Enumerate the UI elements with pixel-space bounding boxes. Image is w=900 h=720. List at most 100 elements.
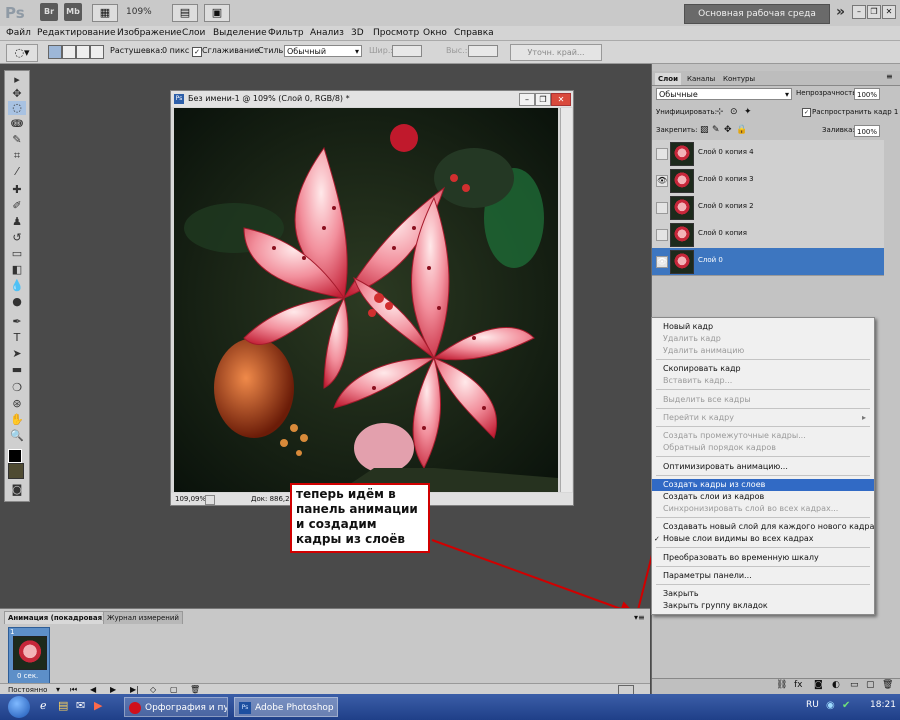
tab-layers[interactable]: Слои [655, 73, 681, 85]
tab-paths[interactable]: Контуры [720, 73, 758, 85]
unify-label: Унифицировать: [656, 108, 717, 116]
media-quicklaunch-icon[interactable]: ▶ [94, 699, 102, 712]
visibility-toggle[interactable] [656, 202, 668, 214]
menu-item-copy-frame[interactable]: Скопировать кадр [652, 363, 874, 375]
mask-icon[interactable]: ◙ [814, 680, 823, 690]
clock[interactable]: 18:21 [870, 700, 896, 710]
layer-thumbnail [670, 169, 694, 193]
lock-label: Закрепить: [656, 126, 698, 134]
frame-number: 1 [10, 628, 15, 636]
frame-delay[interactable]: 0 сек. [17, 672, 38, 680]
layer-row[interactable]: Слой 0 копия 2 [652, 194, 884, 222]
photoshop-icon: Ps [239, 702, 251, 714]
mail-quicklaunch-icon[interactable]: ✉ [76, 699, 85, 712]
tab-channels[interactable]: Каналы [684, 73, 718, 85]
unify-position-icon[interactable]: ⊹ [716, 107, 724, 117]
layers-footer: ⛓ fx ◙ ◐ ▭ ▢ 🗑 [652, 678, 900, 695]
menu-item-select-all-frames: Выделить все кадры [663, 395, 751, 404]
layer-name: Слой 0 копия 3 [698, 175, 754, 183]
layer-style-icon[interactable]: fx [794, 680, 803, 690]
layer-name: Слой 0 копия 2 [698, 202, 754, 210]
blend-mode-select[interactable]: Обычные ▾ [656, 88, 792, 100]
eye-icon[interactable]: 👁 [656, 175, 668, 187]
layer-name: Слой 0 копия [698, 229, 747, 237]
layer-thumbnail [670, 142, 694, 166]
menu-item-close-tab-group[interactable]: Закрыть группу вкладок [652, 600, 874, 612]
new-layer-icon[interactable]: ▢ [866, 680, 875, 690]
eye-icon[interactable]: 👁 [656, 256, 668, 268]
chevron-down-icon: ▾ [784, 90, 789, 99]
fill-label: Заливка: [822, 126, 855, 134]
menu-item-close[interactable]: Закрыть [652, 588, 874, 600]
taskbar-item-photoshop[interactable]: Ps Adobe Photoshop ... [234, 697, 338, 717]
menu-divider [656, 408, 870, 409]
lock-position-icon[interactable]: ✥ [724, 125, 732, 135]
menu-item-go-to-frame: Перейти к кадру [663, 413, 734, 422]
menu-item-delete-frame: Удалить кадр [663, 334, 721, 343]
language-indicator[interactable]: RU [806, 700, 819, 710]
taskbar-item-label: Adobe Photoshop ... [255, 703, 338, 713]
animation-frame[interactable]: 1 0 сек. [8, 627, 50, 685]
menu-item-optimize-animation[interactable]: Оптимизировать анимацию... [652, 461, 874, 473]
arrow-to-panel-menu [431, 539, 636, 617]
tab-measurement-log[interactable]: Журнал измерений [103, 611, 183, 624]
tray-network-icon[interactable]: ◉ [826, 700, 835, 711]
menu-item-tween: Создать промежуточные кадры... [663, 431, 806, 440]
visibility-toggle[interactable] [656, 148, 668, 160]
tab-animation[interactable]: Анимация (покадровая) [4, 611, 110, 624]
submenu-arrow-icon: ▸ [862, 413, 867, 422]
opera-icon [129, 702, 141, 714]
menu-item-new-layers-visible[interactable]: Новые слои видимы во всех кадрах [652, 533, 874, 545]
fill-input[interactable]: 100% [854, 125, 880, 137]
unify-style-icon[interactable]: ✦ [744, 107, 752, 117]
layer-row-selected[interactable]: 👁 Слой 0 [652, 248, 884, 276]
layers-tabs: Слои Каналы Контуры ≡ [652, 71, 900, 86]
lock-all-icon[interactable]: 🔒 [736, 125, 747, 135]
opacity-input[interactable]: 100% [854, 88, 880, 100]
animation-panel-context-menu: Новый кадр Удалить кадр Удалить анимацию… [651, 317, 875, 615]
panel-menu-icon[interactable]: ▾≡ [634, 613, 645, 622]
start-button[interactable] [8, 696, 30, 718]
menu-item-match-layer: Синхронизировать слой во всех кадрах... [663, 504, 839, 513]
propagate-checkbox[interactable]: ✓ [802, 108, 811, 117]
layer-thumbnail [670, 196, 694, 220]
trash-icon[interactable]: 🗑 [882, 680, 893, 690]
layer-name: Слой 0 [698, 256, 723, 264]
lock-transparency-icon[interactable]: ▨ [700, 125, 709, 135]
taskbar-item-label: Орфография и пу... [145, 703, 228, 713]
blend-mode-value: Обычные [659, 90, 698, 99]
explorer-quicklaunch-icon[interactable]: ▤ [58, 699, 68, 712]
opacity-label: Непрозрачность: [796, 89, 859, 97]
menu-item-make-frames-from-layers[interactable]: Создать кадры из слоев [652, 479, 874, 491]
menu-item-paste-frame: Вставить кадр... [663, 376, 733, 385]
group-icon[interactable]: ▭ [850, 680, 859, 690]
layer-row[interactable]: Слой 0 копия [652, 221, 884, 249]
panel-menu-icon[interactable]: ≡ [886, 72, 893, 81]
menu-divider [656, 389, 870, 390]
menu-divider [656, 426, 870, 427]
visibility-toggle[interactable] [656, 229, 668, 241]
adjustment-icon[interactable]: ◐ [832, 680, 840, 690]
menu-item-reverse-frames: Обратный порядок кадров [663, 443, 776, 452]
ie-quicklaunch-icon[interactable]: ℯ [40, 699, 47, 712]
unify-visibility-icon[interactable]: ⊙ [730, 107, 738, 117]
windows-taskbar: ℯ ▤ ✉ ▶ Орфография и пу... Ps Adobe Phot… [0, 694, 900, 720]
menu-item-flatten-frames-into-layers[interactable]: Создать слои из кадров [652, 491, 874, 503]
menu-item-panel-options[interactable]: Параметры панели... [652, 570, 874, 582]
tray-app-icon[interactable]: ✔ [842, 700, 850, 711]
link-layers-icon[interactable]: ⛓ [776, 680, 787, 690]
menu-divider [656, 475, 870, 476]
lock-pixels-icon[interactable]: ✎ [712, 125, 720, 135]
menu-divider [656, 584, 870, 585]
taskbar-item-opera[interactable]: Орфография и пу... [124, 697, 228, 717]
layer-thumbnail [670, 223, 694, 247]
layer-row[interactable]: Слой 0 копия 4 [652, 140, 884, 168]
menu-item-new-layer-each-frame[interactable]: Создавать новый слой для каждого нового … [652, 521, 874, 533]
layer-thumbnail [670, 250, 694, 274]
menu-divider [656, 547, 870, 548]
propagate-label: Распространить кадр 1 [812, 108, 899, 116]
menu-item-convert-to-timeline[interactable]: Преобразовать во временную шкалу [652, 552, 874, 564]
menu-item-new-frame[interactable]: Новый кадр [652, 321, 874, 333]
layer-row[interactable]: 👁 Слой 0 копия 3 [652, 167, 884, 195]
animation-panel: Анимация (покадровая) Журнал измерений ▾… [0, 608, 650, 696]
